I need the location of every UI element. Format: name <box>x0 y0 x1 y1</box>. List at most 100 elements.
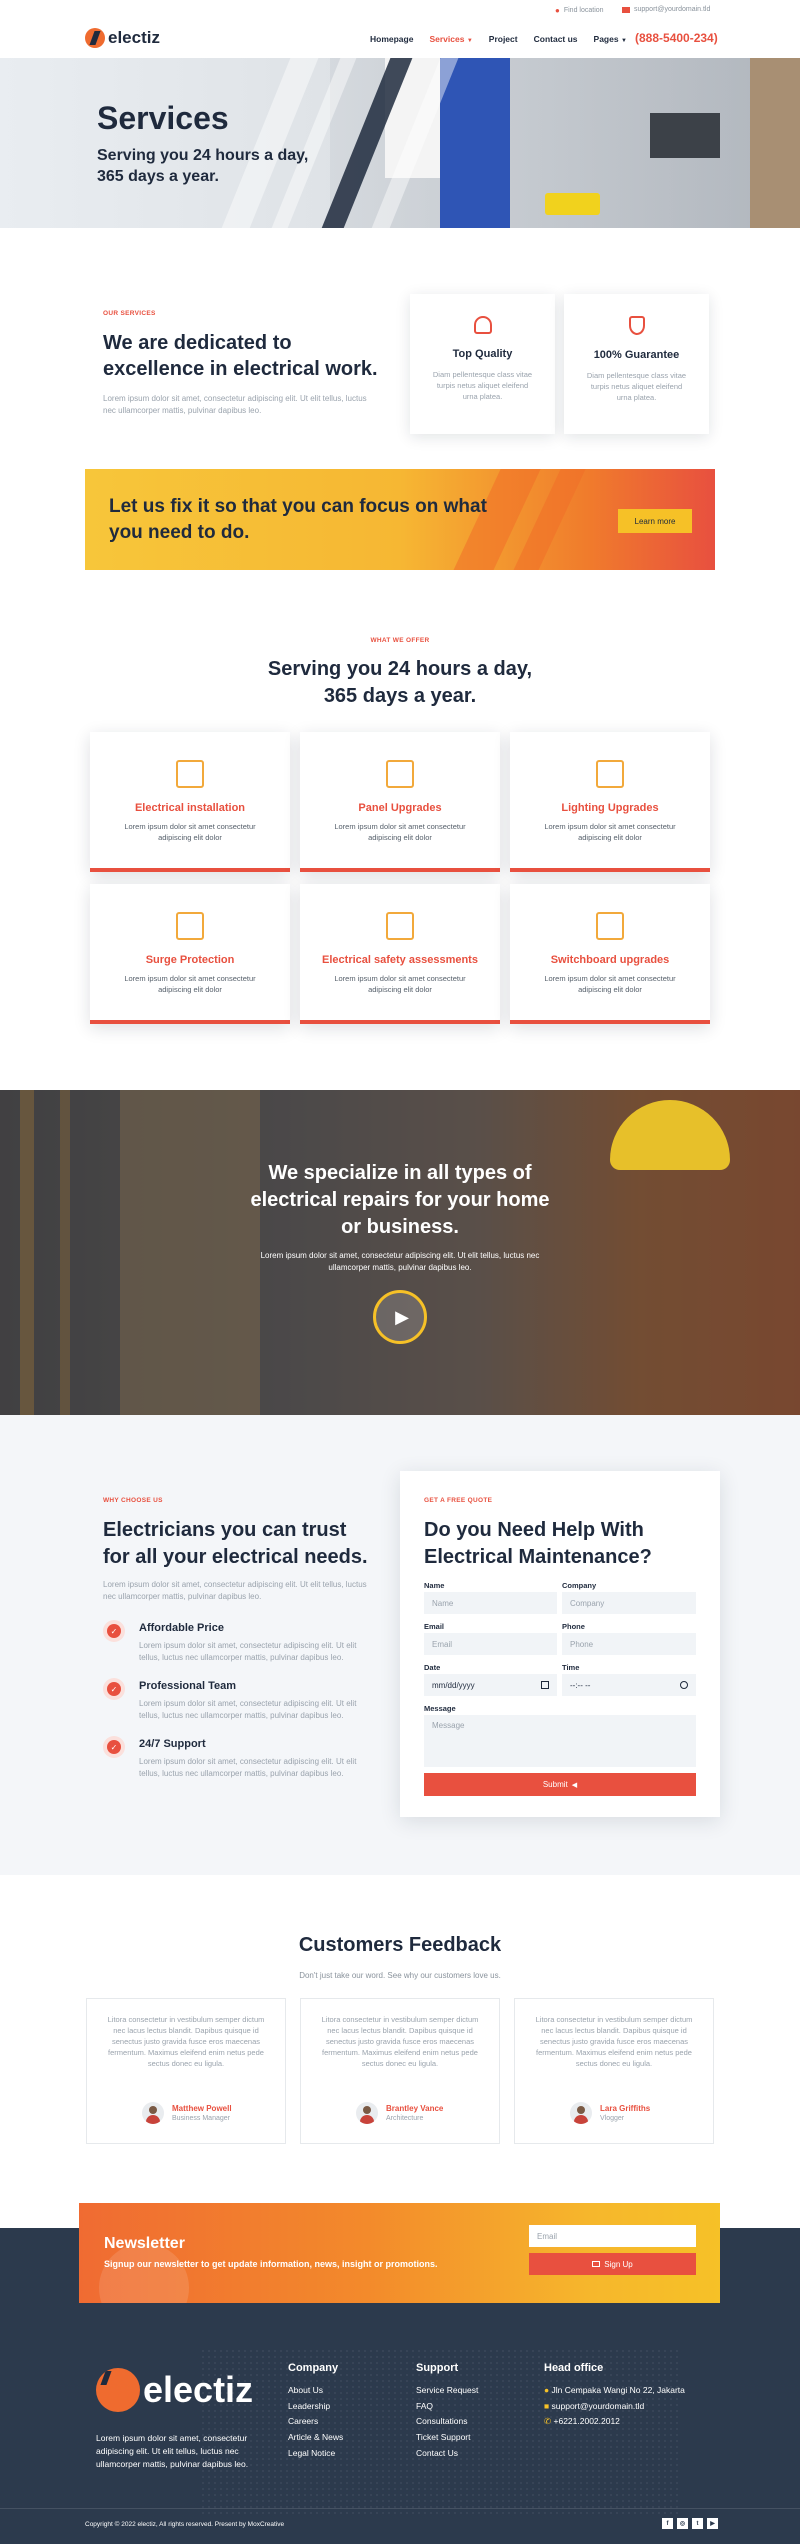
video-section: We specialize in all types of electrical… <box>0 1090 800 1415</box>
service-card[interactable]: Surge Protection Lorem ipsum dolor sit am… <box>90 884 290 1024</box>
section-title: We are dedicated to excellence in electr… <box>103 332 378 380</box>
date-field[interactable]: mm/dd/yyyy <box>424 1674 557 1696</box>
location-pin-icon: ● <box>544 2385 550 2395</box>
youtube-icon[interactable]: ▶ <box>707 2518 718 2529</box>
nav-project[interactable]: Project <box>489 34 518 44</box>
nav-services-label: Services <box>429 34 465 44</box>
office-heading: Head office <box>544 2362 604 2374</box>
site-logo[interactable]: electiz <box>85 28 160 48</box>
why-item-text: Lorem ipsum dolor sit amet, consectetur … <box>139 1641 357 1662</box>
feedback-title: Customers Feedback <box>298 1934 502 1956</box>
newsletter-email-input[interactable]: Email <box>529 2225 696 2247</box>
footer-link[interactable]: Ticket Support <box>416 2430 478 2446</box>
company-heading: Company <box>288 2362 339 2374</box>
footer-link[interactable]: About Us <box>288 2383 343 2399</box>
why-item-text: Lorem ipsum dolor sit amet, consectetur … <box>139 1757 357 1778</box>
testimonial-card: Litora consectetur in vestibulum semper … <box>300 1998 500 2144</box>
avatar <box>142 2102 164 2124</box>
footer-text: Lorem ipsum dolor sit amet, consectetur … <box>96 2433 249 2469</box>
footer-link[interactable]: Consultations <box>416 2414 478 2430</box>
testimonial-text: Litora consectetur in vestibulum semper … <box>107 2015 265 2068</box>
newsletter-title: Newsletter <box>104 2235 185 2252</box>
facebook-icon[interactable]: f <box>662 2518 673 2529</box>
date-value: mm/dd/yyyy <box>432 1680 475 1690</box>
email-field[interactable]: Email <box>424 1633 557 1655</box>
testimonial-text: Litora consectetur in vestibulum semper … <box>321 2015 479 2068</box>
customer-role: Architecture <box>386 2115 424 2122</box>
footer-link[interactable]: Leadership <box>288 2399 343 2415</box>
footer-link[interactable]: Contact Us <box>416 2446 478 2462</box>
service-card[interactable]: Electrical safety assessments Lorem ipsum… <box>300 884 500 1024</box>
sign-up-label: Sign Up <box>604 2259 633 2269</box>
check-icon: ✓ <box>103 1678 125 1700</box>
social-links: f ◎ t ▶ <box>662 2518 718 2529</box>
avatar <box>356 2102 378 2124</box>
footer-link[interactable]: FAQ <box>416 2399 478 2415</box>
learn-more-button[interactable]: Learn more <box>618 509 692 533</box>
email-text: support@yourdomain.tld <box>551 2400 645 2411</box>
cta-title: Let us fix it so that you can focus on w… <box>109 496 487 543</box>
phone-line[interactable]: ✆ +6221.2002.2012 <box>544 2414 685 2430</box>
name-field[interactable]: Name <box>424 1592 557 1614</box>
time-field[interactable]: --:-- -- <box>562 1674 696 1696</box>
service-title: Switchboard upgrades <box>550 954 670 966</box>
service-card[interactable]: Panel Upgrades Lorem ipsum dolor sit amet… <box>300 732 500 872</box>
control-panel-icon <box>386 760 414 788</box>
video-title: We specialize in all types of electrical… <box>250 1162 550 1238</box>
sign-up-button[interactable]: Sign Up <box>529 2253 696 2275</box>
nav-pages-label: Pages <box>593 34 619 44</box>
top-bar: ● Find location support@yourdomain.tld <box>0 0 800 20</box>
support-links: Service Request FAQ Consultations Ticket… <box>416 2383 478 2462</box>
phone-field[interactable]: Phone <box>562 1633 696 1655</box>
curtain-image <box>750 58 800 228</box>
customer-role: Vlogger <box>600 2115 625 2122</box>
hero-banner: Services Serving you 24 hours a day, 365… <box>0 58 800 228</box>
surge-protector-icon <box>176 912 204 940</box>
email-link[interactable]: support@yourdomain.tld <box>622 6 710 13</box>
message-field[interactable]: Message <box>424 1715 696 1767</box>
support-heading: Support <box>416 2362 459 2374</box>
nav-pages[interactable]: Pages ▼ <box>594 34 627 44</box>
copyright: Copyright © 2022 electiz, All rights res… <box>85 2521 285 2528</box>
service-title: Electrical safety assessments <box>322 954 478 966</box>
feature-card: 100% Guarantee Diam pellentesque class v… <box>564 294 709 434</box>
footer-link[interactable]: Service Request <box>416 2383 478 2399</box>
nav-contact[interactable]: Contact us <box>534 34 578 44</box>
service-text: Lorem ipsum dolor sit amet consectetur a… <box>124 822 256 842</box>
service-card[interactable]: Lighting Upgrades Lorem ipsum dolor sit a… <box>510 732 710 872</box>
video-text: Lorem ipsum dolor sit amet, consectetur … <box>260 1251 540 1272</box>
service-card[interactable]: Switchboard upgrades Lorem ipsum dolor si… <box>510 884 710 1024</box>
company-field[interactable]: Company <box>562 1592 696 1614</box>
feature-card: Top Quality Diam pellentesque class vita… <box>410 294 555 434</box>
nav-homepage[interactable]: Homepage <box>370 34 413 44</box>
twitter-icon[interactable]: t <box>692 2518 703 2529</box>
services-label: WHAT WE OFFER <box>370 637 430 644</box>
bolt-logo-icon <box>85 28 105 48</box>
envelope-icon <box>592 2261 601 2267</box>
footer-link[interactable]: Article & News <box>288 2430 343 2446</box>
service-card[interactable]: Electrical installation Lorem ipsum dolor… <box>90 732 290 872</box>
play-button[interactable]: ▶ <box>373 1290 427 1344</box>
services-title: Serving you 24 hours a day, 365 days a y… <box>267 658 533 707</box>
location-pin-icon: ● <box>555 6 560 15</box>
email-line[interactable]: ■ support@yourdomain.tld <box>544 2399 685 2415</box>
quality-icon <box>473 316 492 334</box>
mail-icon: ■ <box>544 2400 550 2411</box>
phone-icon: ✆ <box>544 2416 552 2427</box>
footer-link[interactable]: Careers <box>288 2414 343 2430</box>
customer-name: Matthew Powell <box>172 2104 232 2113</box>
company-label: Company <box>562 1581 597 1590</box>
phone-number[interactable]: (888-5400-234) <box>635 31 718 45</box>
footer-logo[interactable]: electiz <box>96 2368 253 2412</box>
why-item-text: Lorem ipsum dolor sit amet, consectetur … <box>139 1699 357 1720</box>
location-link[interactable]: ● Find location <box>555 6 604 15</box>
nav-services[interactable]: Services ▼ <box>429 34 472 44</box>
meter-icon <box>386 912 414 940</box>
service-title: Electrical installation <box>134 802 246 814</box>
section-text: Lorem ipsum dolor sit amet, consectetur … <box>103 394 367 415</box>
instagram-icon[interactable]: ◎ <box>677 2518 688 2529</box>
footer-link[interactable]: Legal Notice <box>288 2446 343 2462</box>
address-line: ● Jln Cempaka Wangi No 22, Jakarta <box>544 2383 685 2399</box>
why-item-title: Professional Team <box>139 1680 236 1692</box>
submit-button[interactable]: Submit ◀ <box>424 1773 696 1796</box>
